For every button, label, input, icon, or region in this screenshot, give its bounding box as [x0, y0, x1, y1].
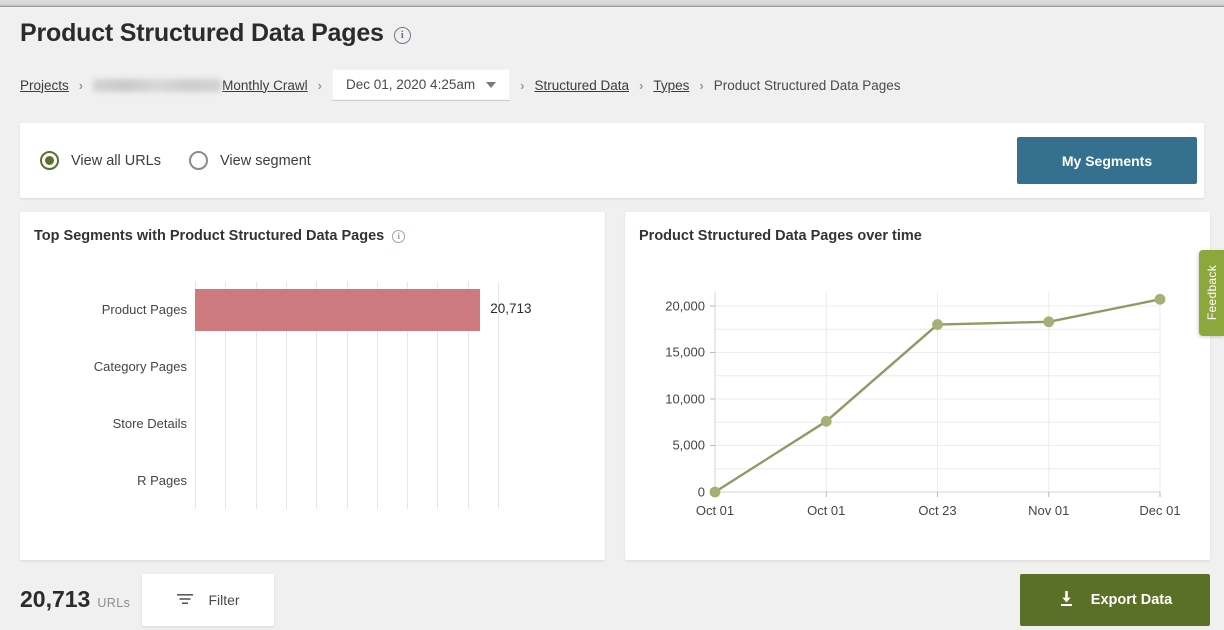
bar-chart-category-label: Category Pages — [93, 359, 187, 375]
breadcrumb-separator: › — [520, 77, 525, 93]
bar-chart-value-label: 20,713 — [490, 301, 532, 317]
card-title-text: Product Structured Data Pages over time — [639, 228, 922, 244]
breadcrumb-separator: › — [699, 77, 704, 93]
line-chart-y-tick-label: 10,000 — [665, 391, 705, 407]
footer-bar: 20,713 URLs Filter Export Data — [0, 572, 1224, 630]
card-title-text: Top Segments with Product Structured Dat… — [34, 228, 385, 244]
url-count-unit: URLs — [97, 596, 131, 610]
filter-button[interactable]: Filter — [142, 574, 274, 626]
breadcrumb-item-structured-data[interactable]: Structured Data — [534, 78, 629, 93]
url-count: 20,713 URLs — [20, 586, 130, 613]
radio-label-view-segment: View segment — [220, 152, 311, 169]
line-chart-data-point[interactable] — [709, 486, 721, 498]
line-chart-y-tick-label: 0 — [697, 484, 705, 500]
radio-icon-unselected[interactable] — [189, 151, 208, 170]
line-chart-x-tick-label: Nov 01 — [1028, 503, 1070, 518]
url-count-value: 20,713 — [20, 586, 91, 612]
crawl-date-dropdown[interactable]: Dec 01, 2020 4:25am — [332, 69, 511, 101]
breadcrumb-item-projects[interactable]: Projects — [20, 78, 69, 93]
breadcrumb-separator: › — [638, 77, 644, 93]
top-segments-bar-chart: Product Pages Category Pages Store Details… — [20, 274, 605, 544]
view-mode-radio-group: View all URLs View segment — [40, 123, 311, 198]
filter-icon — [176, 592, 194, 609]
feedback-tab-label: Feedback — [1204, 265, 1219, 321]
feedback-tab[interactable]: Feedback — [1199, 250, 1224, 336]
line-chart-y-tick-label: 15,000 — [665, 344, 705, 360]
page-header: Product Structured Data Pages i — [20, 19, 411, 48]
top-segments-card: Top Segments with Product Structured Dat… — [20, 212, 605, 560]
line-chart-data-point[interactable] — [1043, 316, 1055, 328]
breadcrumb: Projects › Monthly Crawl › Dec 01, 2020 … — [20, 69, 901, 101]
radio-option-view-all-urls[interactable]: View all URLs — [40, 151, 161, 170]
radio-option-view-segment[interactable]: View segment — [189, 151, 311, 170]
redacted-domain — [93, 78, 222, 92]
line-chart-x-tick-label: Dec 01 — [1139, 503, 1181, 518]
breadcrumb-item-crawl[interactable]: Monthly Crawl — [93, 78, 308, 93]
page-title: Product Structured Data Pages — [20, 19, 384, 47]
export-data-button[interactable]: Export Data — [1020, 574, 1210, 626]
bar-chart-category-label: R Pages — [137, 472, 187, 488]
breadcrumb-crawl-label[interactable]: Monthly Crawl — [222, 78, 308, 93]
chevron-down-icon — [486, 81, 497, 88]
breadcrumb-item-types[interactable]: Types — [653, 78, 689, 93]
over-time-card: Product Structured Data Pages over time … — [625, 212, 1210, 560]
filter-label: Filter — [208, 592, 240, 608]
line-chart-data-point[interactable] — [820, 415, 832, 427]
segment-selector-card: View all URLs View segment My Segments — [20, 123, 1204, 198]
bar-chart-category-label: Product Pages — [101, 302, 187, 318]
over-time-card-title: Product Structured Data Pages over time — [639, 228, 922, 244]
line-chart-x-tick-label: Oct 01 — [807, 503, 846, 518]
breadcrumb-separator: › — [78, 77, 84, 93]
radio-icon-selected[interactable] — [40, 151, 59, 170]
radio-label-view-all-urls: View all URLs — [71, 152, 161, 169]
info-icon[interactable]: i — [392, 229, 406, 243]
breadcrumb-separator: › — [317, 77, 322, 93]
top-segments-card-title: Top Segments with Product Structured Dat… — [34, 228, 406, 244]
crawl-date-value: Dec 01, 2020 4:25am — [346, 77, 476, 92]
export-label: Export Data — [1090, 592, 1173, 608]
line-chart-y-tick-label: 5,000 — [672, 437, 705, 453]
pages-over-time-line-chart: 0 5,000 10,000 15,000 20,000 Oct 01 Oct 01 Oct … — [625, 268, 1210, 548]
info-icon[interactable]: i — [393, 27, 411, 44]
line-chart-x-tick-label: Oct 01 — [695, 503, 735, 518]
line-chart-data-point[interactable] — [932, 319, 943, 330]
download-icon — [1058, 590, 1075, 611]
line-chart-data-point[interactable] — [1154, 293, 1166, 305]
bar-chart-category-labels: Product Pages Category Pages Store Details… — [20, 274, 195, 509]
my-segments-button[interactable]: My Segments — [1017, 137, 1197, 184]
line-chart-y-tick-label: 20,000 — [665, 298, 705, 314]
app-page: Product Structured Data Pages i Projects… — [0, 0, 1224, 630]
bar-chart-bar[interactable] — [195, 289, 481, 332]
bar-chart-category-label: Store Details — [112, 415, 187, 431]
browser-chrome-strip — [0, 0, 1224, 7]
line-chart-x-tick-label: Oct 23 — [918, 503, 957, 518]
breadcrumb-item-current: Product Structured Data Pages — [713, 77, 901, 93]
bar-chart-plot-area: 20,713 — [195, 282, 532, 509]
